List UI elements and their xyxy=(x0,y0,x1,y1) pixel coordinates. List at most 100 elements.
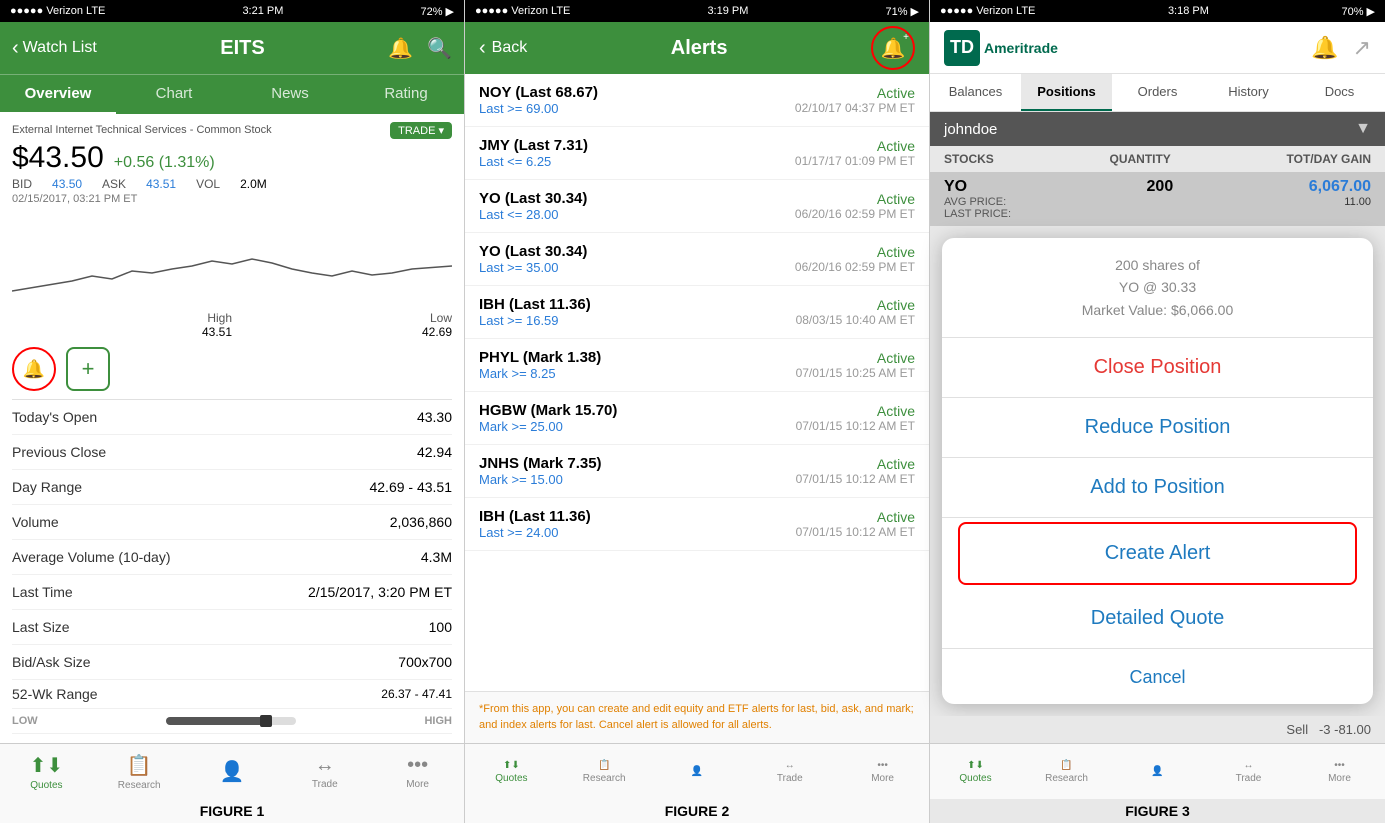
modal-info: 200 shares of YO @ 30.33 Market Value: $… xyxy=(942,238,1373,338)
tab-balances[interactable]: Balances xyxy=(930,74,1021,111)
alert-condition-jmy: Last <= 6.25 xyxy=(479,154,588,169)
figure2-label: FIGURE 2 xyxy=(465,799,929,823)
stat-label-prev-close: Previous Close xyxy=(12,444,106,460)
bottom-tab-trade-fig2[interactable]: ↔ Trade xyxy=(743,744,836,799)
more-label-fig3: More xyxy=(1328,773,1351,784)
bottom-tab-more-fig2[interactable]: ••• More xyxy=(836,744,929,799)
quotes-label-fig2: Quotes xyxy=(495,773,527,784)
alert-footer-note: *From this app, you can create and edit … xyxy=(465,691,929,743)
high-label: High xyxy=(207,311,232,325)
nav-back-fig1[interactable]: ‹ Watch List xyxy=(12,37,97,60)
bottom-tab-research[interactable]: 📋 Research xyxy=(93,744,186,799)
add-alert-button[interactable]: 🔔 + xyxy=(871,26,915,70)
stat-label-todays-open: Today's Open xyxy=(12,409,97,425)
stock-label: External Internet Technical Services - C… xyxy=(12,124,272,136)
add-button[interactable]: + xyxy=(66,347,110,391)
position-quantity: 200 xyxy=(1147,178,1174,196)
research-icon: 📋 xyxy=(127,753,152,778)
add-to-position-button[interactable]: Add to Position xyxy=(942,458,1373,518)
bid-label: BID xyxy=(12,177,32,191)
logout-icon-fig3[interactable]: ↗ xyxy=(1353,35,1371,61)
alert-condition-yo2: Last >= 35.00 xyxy=(479,260,587,275)
position-ticker: YO xyxy=(944,178,1011,196)
quantity-header-label: QUANTITY xyxy=(1109,152,1170,166)
bottom-tab-research-fig3[interactable]: 📋 Research xyxy=(1021,744,1112,799)
range-marker xyxy=(260,715,272,727)
stat-52wk-range: 52-Wk Range 26.37 - 47.41 xyxy=(12,680,452,709)
bottom-tab-trade-fig3[interactable]: ↔ Trade xyxy=(1203,744,1294,799)
tab-rating[interactable]: Rating xyxy=(348,75,464,114)
quotes-icon-fig3: ⬆⬇ xyxy=(967,760,984,771)
bid-value: 43.50 xyxy=(52,177,82,191)
bottom-tab-quotes[interactable]: ⬆⬇ Quotes xyxy=(0,744,93,799)
alert-item-yo1[interactable]: YO (Last 30.34) Last <= 28.00 Active 06/… xyxy=(465,180,929,233)
stat-value-todays-open: 43.30 xyxy=(417,409,452,425)
tab-news[interactable]: News xyxy=(232,75,348,114)
nav-right-fig1: 🔔 🔍 xyxy=(388,36,452,61)
trade-label: Trade xyxy=(312,779,338,790)
tab-positions[interactable]: Positions xyxy=(1021,74,1112,111)
tab-docs[interactable]: Docs xyxy=(1294,74,1385,111)
alert-datetime-hgbw: 07/01/15 10:12 AM ET xyxy=(796,419,915,433)
status-bar-fig2: ●●●●● Verizon LTE 3:19 PM 71% ▶ xyxy=(465,0,929,22)
range-bar-track xyxy=(166,717,296,725)
close-position-button[interactable]: Close Position xyxy=(942,338,1373,398)
position-row-yo[interactable]: YO AVG PRICE: LAST PRICE: 200 6,067.00 1… xyxy=(930,172,1385,226)
trade-label-fig2: Trade xyxy=(777,773,803,784)
bottom-tabs-fig1: ⬆⬇ Quotes 📋 Research 👤 ↔ Trade ••• More xyxy=(0,743,464,799)
detailed-quote-button[interactable]: Detailed Quote xyxy=(942,589,1373,649)
tab-history[interactable]: History xyxy=(1203,74,1294,111)
trade-button[interactable]: TRADE ▾ xyxy=(390,122,452,139)
stat-label-last-size: Last Size xyxy=(12,619,70,635)
alert-item-jnhs[interactable]: JNHS (Mark 7.35) Mark >= 15.00 Active 07… xyxy=(465,445,929,498)
reduce-position-button[interactable]: Reduce Position xyxy=(942,398,1373,458)
bell-filled-icon: 🔔 xyxy=(23,359,45,380)
td-letter: TD xyxy=(950,37,974,58)
bell-icon-fig2: 🔔 xyxy=(881,36,906,61)
tab-orders[interactable]: Orders xyxy=(1112,74,1203,111)
alert-ticker-jnhs: JNHS (Mark 7.35) xyxy=(479,455,602,472)
alert-ticker-ibh1: IBH (Last 11.36) xyxy=(479,296,591,313)
bell-icon-fig3[interactable]: 🔔 xyxy=(1311,35,1338,61)
alert-item-jmy[interactable]: JMY (Last 7.31) Last <= 6.25 Active 01/1… xyxy=(465,127,929,180)
figure3-label: FIGURE 3 xyxy=(930,799,1385,823)
more-icon: ••• xyxy=(407,754,428,777)
range-bar-row: LOW HIGH xyxy=(12,709,452,734)
low-label: Low xyxy=(430,311,452,325)
bell-alert-button[interactable]: 🔔 xyxy=(12,347,56,391)
bottom-tabs-fig3: ⬆⬇ Quotes 📋 Research 👤 ↔ Trade ••• More xyxy=(930,743,1385,799)
bottom-tab-more[interactable]: ••• More xyxy=(371,744,464,799)
account-row[interactable]: johndoe ▼ xyxy=(930,112,1385,146)
bottom-tab-person[interactable]: 👤 xyxy=(186,744,279,799)
alert-item-phyl[interactable]: PHYL (Mark 1.38) Mark >= 8.25 Active 07/… xyxy=(465,339,929,392)
range-low-label: LOW xyxy=(12,715,38,727)
stat-value-prev-close: 42.94 xyxy=(417,444,452,460)
bell-icon-nav[interactable]: 🔔 xyxy=(388,36,413,61)
alert-item-noy[interactable]: NOY (Last 68.67) Last >= 69.00 Active 02… xyxy=(465,74,929,127)
stat-value-52wk: 26.37 - 47.41 xyxy=(381,687,452,701)
bottom-tab-research-fig2[interactable]: 📋 Research xyxy=(558,744,651,799)
alert-ticker-noy: NOY (Last 68.67) xyxy=(479,84,598,101)
trade-icon: ↔ xyxy=(315,754,335,777)
alert-datetime-jnhs: 07/01/15 10:12 AM ET xyxy=(796,472,915,486)
back-button-fig2[interactable]: ‹ Back xyxy=(479,37,527,60)
cancel-button[interactable]: Cancel xyxy=(942,649,1373,704)
bottom-tab-more-fig3[interactable]: ••• More xyxy=(1294,744,1385,799)
bottom-tab-person-fig3[interactable]: 👤 xyxy=(1112,744,1203,799)
bottom-tab-quotes-fig2[interactable]: ⬆⬇ Quotes xyxy=(465,744,558,799)
tab-overview[interactable]: Overview xyxy=(0,75,116,114)
battery-fig2: 71% ▶ xyxy=(885,5,919,18)
alert-item-yo2[interactable]: YO (Last 30.34) Last >= 35.00 Active 06/… xyxy=(465,233,929,286)
bottom-tab-quotes-fig3[interactable]: ⬆⬇ Quotes xyxy=(930,744,1021,799)
alert-item-ibh2[interactable]: IBH (Last 11.36) Last >= 24.00 Active 07… xyxy=(465,498,929,551)
tab-chart[interactable]: Chart xyxy=(116,75,232,114)
position-gain: 6,067.00 xyxy=(1309,178,1371,196)
search-icon-nav[interactable]: 🔍 xyxy=(427,36,452,61)
alert-datetime-phyl: 07/01/15 10:25 AM ET xyxy=(796,366,915,380)
create-alert-button[interactable]: Create Alert xyxy=(958,522,1357,585)
alert-item-ibh1[interactable]: IBH (Last 11.36) Last >= 16.59 Active 08… xyxy=(465,286,929,339)
nav-fig3: TD Ameritrade 🔔 ↗ xyxy=(930,22,1385,74)
bottom-tab-trade[interactable]: ↔ Trade xyxy=(278,744,371,799)
bottom-tab-person-fig2[interactable]: 👤 xyxy=(651,744,744,799)
alert-item-hgbw[interactable]: HGBW (Mark 15.70) Mark >= 25.00 Active 0… xyxy=(465,392,929,445)
